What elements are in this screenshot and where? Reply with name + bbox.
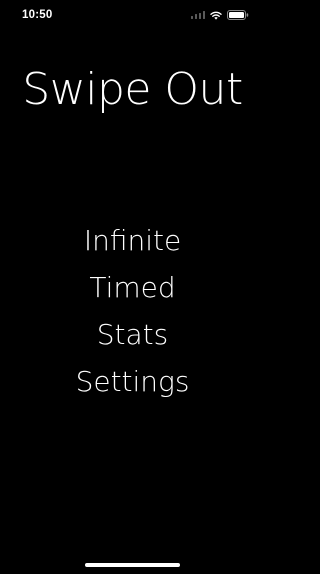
status-bar: 10:50 bbox=[0, 0, 265, 30]
wifi-icon bbox=[210, 11, 222, 20]
main-menu: Infinite Timed Stats Settings bbox=[0, 217, 265, 405]
cellular-signal-icon bbox=[190, 11, 205, 19]
menu-item-stats[interactable]: Stats bbox=[91, 311, 174, 358]
app-title: Swipe Out bbox=[22, 64, 243, 115]
menu-item-timed[interactable]: Timed bbox=[83, 264, 181, 311]
battery-icon bbox=[227, 10, 249, 20]
home-indicator[interactable] bbox=[85, 563, 180, 567]
status-time: 10:50 bbox=[22, 9, 53, 21]
menu-item-settings[interactable]: Settings bbox=[70, 358, 196, 405]
status-icons bbox=[190, 10, 250, 20]
menu-item-infinite[interactable]: Infinite bbox=[78, 217, 187, 264]
